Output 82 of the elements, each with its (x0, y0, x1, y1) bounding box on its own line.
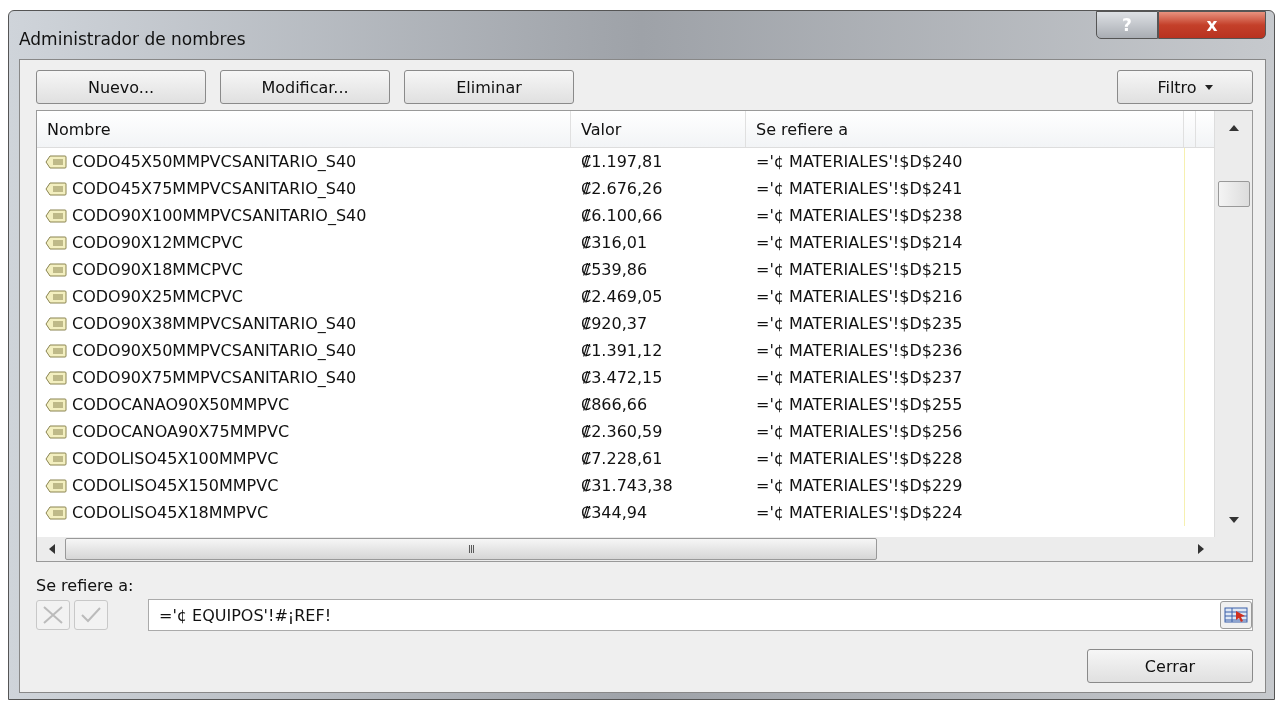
name-cell[interactable]: CODO45X75MMPVCSANITARIO_S40 (72, 179, 357, 198)
reference-cell-text: ='¢ MATERIALES'!$D$228 (755, 449, 964, 468)
reference-cell-text: ='¢ MATERIALES'!$D$256 (755, 422, 964, 441)
scroll-thumb[interactable]: III (65, 538, 877, 560)
name-tag-icon (45, 370, 67, 385)
value-cell-text: ₡2.676,26 (580, 179, 664, 198)
reference-cell-text: ='¢ MATERIALES'!$D$241 (755, 179, 964, 198)
reference-field[interactable]: ='¢ EQUIPOS'!#¡REF! (148, 599, 1253, 631)
name-tag-icon (45, 316, 67, 331)
value-cell-text: ₡6.100,66 (580, 206, 664, 225)
name-tag-icon (45, 505, 67, 520)
reference-cell-text: ='¢ MATERIALES'!$D$240 (755, 152, 964, 171)
check-icon (80, 606, 102, 624)
name-tag-icon (45, 289, 67, 304)
scroll-grip: III (468, 543, 474, 555)
reference-cell-text: ='¢ MATERIALES'!$D$235 (755, 314, 964, 333)
toolbar-button[interactable]: Eliminar (404, 70, 574, 104)
reference-cell-text: ='¢ MATERIALES'!$D$215 (755, 260, 964, 279)
reference-cell-text: ='¢ MATERIALES'!$D$214 (755, 233, 964, 252)
value-cell-text: ₡2.360,59 (580, 422, 664, 441)
value-cell-text: ₡920,37 (580, 314, 649, 333)
scroll-up-icon[interactable] (1228, 125, 1239, 131)
name-cell[interactable]: CODO90X100MMPVCSANITARIO_S40 (72, 206, 367, 225)
name-tag-icon (45, 262, 67, 277)
reference-cell-text: ='¢ MATERIALES'!$D$237 (755, 368, 964, 387)
scroll-thumb[interactable] (1217, 181, 1250, 207)
value-cell-text: ₡866,66 (580, 395, 649, 414)
column-header[interactable]: Nombre (37, 111, 571, 147)
close-button[interactable]: x (1158, 11, 1266, 39)
value-cell-text: ₡3.472,15 (580, 368, 664, 387)
reference-cell-text: ='¢ MATERIALES'!$D$255 (755, 395, 964, 414)
close-dialog-button[interactable]: Cerrar (1087, 649, 1253, 683)
value-cell-text: ₡1.197,81 (580, 152, 664, 171)
name-cell[interactable]: CODO90X12MMCPVC (72, 233, 243, 252)
name-tag-icon (45, 478, 67, 493)
filter-button[interactable]: Filtro (1117, 70, 1253, 104)
name-cell[interactable]: CODOLISO45X18MMPVC (72, 503, 269, 522)
name-tag-icon (45, 235, 67, 250)
caret-icon (1204, 84, 1213, 90)
window-title: Administrador de nombres (19, 29, 246, 49)
value-cell-text: ₡316,01 (580, 233, 649, 252)
column-header[interactable]: Valor (571, 111, 746, 147)
name-tag-icon (45, 424, 67, 439)
reference-cell-text: ='¢ MATERIALES'!$D$238 (755, 206, 964, 225)
name-tag-icon (45, 343, 67, 358)
name-cell[interactable]: CODO45X50MMPVCSANITARIO_S40 (72, 152, 357, 171)
vertical-scrollbar[interactable] (1214, 111, 1252, 537)
name-tag-icon (45, 451, 67, 466)
reference-cell-text: ='¢ MATERIALES'!$D$216 (755, 287, 964, 306)
name-cell[interactable]: CODO90X25MMCPVC (72, 287, 243, 306)
range-select-icon (1224, 607, 1248, 623)
value-cell-text: ₡539,86 (580, 260, 649, 279)
value-cell-text: ₡2.469,05 (580, 287, 664, 306)
cross-icon (42, 606, 64, 624)
toolbar-button[interactable]: Nuevo... (36, 70, 206, 104)
name-cell[interactable]: CODOLISO45X150MMPVC (72, 476, 279, 495)
value-cell-text: ₡1.391,12 (580, 341, 664, 360)
name-cell[interactable]: CODOCANAO90X50MMPVC (72, 395, 290, 414)
value-cell-text: ₡7.228,61 (580, 449, 664, 468)
name-cell[interactable]: CODO90X75MMPVCSANITARIO_S40 (72, 368, 357, 387)
refers-to-label: Se refiere a: (36, 576, 135, 595)
scroll-left-icon[interactable] (49, 544, 55, 554)
name-tag-icon (45, 397, 67, 412)
horizontal-scrollbar[interactable]: III (37, 537, 1252, 561)
name-cell[interactable]: CODO90X18MMCPVC (72, 260, 243, 279)
reference-cell-text: ='¢ MATERIALES'!$D$229 (755, 476, 964, 495)
name-cell[interactable]: CODOLISO45X100MMPVC (72, 449, 279, 468)
name-cell[interactable]: CODO90X50MMPVCSANITARIO_S40 (72, 341, 357, 360)
value-cell-text: ₡31.743,38 (580, 476, 674, 495)
name-cell[interactable]: CODO90X38MMPVCSANITARIO_S40 (72, 314, 357, 333)
name-tag-icon (45, 154, 67, 169)
scroll-right-icon[interactable] (1198, 544, 1204, 554)
collapse-dialog-button[interactable] (1220, 601, 1252, 629)
value-cell-text: ₡344,94 (580, 503, 649, 522)
name-cell[interactable]: CODOCANOA90X75MMPVC (72, 422, 290, 441)
name-tag-icon (45, 181, 67, 196)
column-header[interactable]: Se refiere a (746, 111, 1184, 147)
reference-cell-text: ='¢ MATERIALES'!$D$236 (755, 341, 964, 360)
reference-cell-text: ='¢ MATERIALES'!$D$224 (755, 503, 964, 522)
scroll-down-icon[interactable] (1228, 517, 1239, 523)
toolbar-button[interactable]: Modificar... (220, 70, 390, 104)
name-tag-icon (45, 208, 67, 223)
